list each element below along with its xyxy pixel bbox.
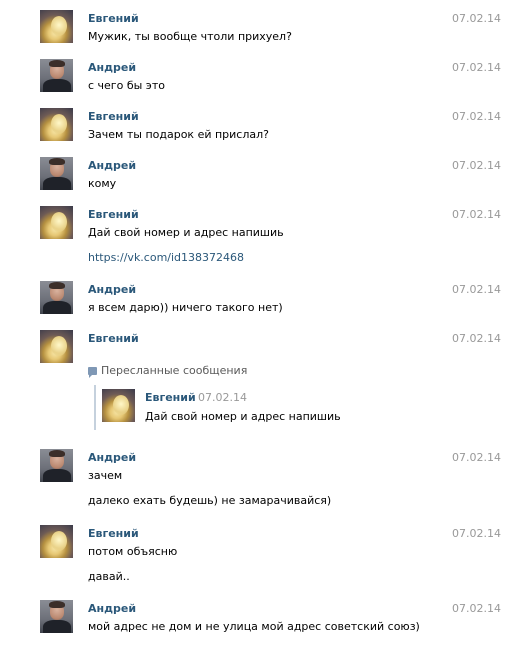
message-date[interactable]: 07.02.14: [452, 110, 501, 123]
message-date[interactable]: 07.02.14: [452, 602, 501, 615]
message-text: далеко ехать будешь) не замарачивайся): [88, 494, 332, 507]
forwarded-messages-icon: [88, 367, 97, 378]
avatar-evgeny[interactable]: [40, 330, 73, 363]
avatar-andrey[interactable]: [40, 157, 73, 190]
message-author[interactable]: Евгений: [88, 208, 139, 221]
avatar-evgeny[interactable]: [40, 206, 73, 239]
message-text: мой адрес не дом и не улица мой адрес со…: [88, 620, 420, 633]
message-text: кому: [88, 177, 117, 190]
avatar-evgeny[interactable]: [40, 10, 73, 43]
message-text: с чего бы это: [88, 79, 165, 92]
message-date[interactable]: 07.02.14: [452, 283, 501, 296]
message-date[interactable]: 07.02.14: [452, 527, 501, 540]
message-author[interactable]: Андрей: [88, 61, 136, 74]
message-text: Дай свой номер и адрес напишиь: [88, 226, 284, 239]
message-item: Андрей 07.02.14 зачем далеко ехать будеш…: [0, 449, 528, 513]
message-text: я всем дарю)) ничего такого нет): [88, 301, 283, 314]
message-date[interactable]: 07.02.14: [452, 61, 501, 74]
message-author[interactable]: Андрей: [88, 159, 136, 172]
message-text: давай..: [88, 570, 130, 583]
message-item: Евгений 07.02.14 Дай свой номер и адрес …: [0, 206, 528, 270]
avatar-andrey[interactable]: [40, 600, 73, 633]
avatar-andrey[interactable]: [40, 449, 73, 482]
message-text: зачем: [88, 469, 123, 482]
message-item: Евгений 07.02.14 Зачем ты подарок ей при…: [0, 108, 528, 148]
message-item: Андрей 07.02.14 мой адрес не дом и не ул…: [0, 600, 528, 640]
message-text: потом объясню: [88, 545, 178, 558]
message-date[interactable]: 07.02.14: [452, 12, 501, 25]
message-date[interactable]: 07.02.14: [452, 159, 501, 172]
message-link[interactable]: https://vk.com/id138372468: [88, 251, 244, 264]
message-date[interactable]: 07.02.14: [452, 332, 501, 345]
message-author[interactable]: Евгений: [88, 12, 139, 25]
avatar-evgeny[interactable]: [40, 525, 73, 558]
message-author[interactable]: Андрей: [88, 451, 136, 464]
avatar-andrey[interactable]: [40, 281, 73, 314]
message-item: Евгений 07.02.14 Пересланные сообщения Е…: [0, 330, 528, 440]
forwarded-messages-label: Пересланные сообщения: [101, 364, 248, 377]
message-author[interactable]: Андрей: [88, 283, 136, 296]
message-author[interactable]: Евгений: [88, 332, 139, 345]
avatar-andrey[interactable]: [40, 59, 73, 92]
message-item: Андрей 07.02.14 с чего бы это: [0, 59, 528, 99]
avatar-evgeny[interactable]: [102, 389, 135, 422]
message-text: Мужик, ты вообще чтоли прихуел?: [88, 30, 292, 43]
forwarded-messages-header: Пересланные сообщения: [88, 364, 248, 378]
message-item: Андрей 07.02.14 я всем дарю)) ничего так…: [0, 281, 528, 321]
forwarded-date[interactable]: 07.02.14: [198, 391, 247, 404]
message-author[interactable]: Андрей: [88, 602, 136, 615]
forwarded-quote-bar: [94, 385, 96, 430]
message-author[interactable]: Евгений: [88, 110, 139, 123]
forwarded-text: Дай свой номер и адрес напишиь: [145, 410, 341, 423]
avatar-evgeny[interactable]: [40, 108, 73, 141]
forwarded-author[interactable]: Евгений: [145, 391, 196, 404]
message-author[interactable]: Евгений: [88, 527, 139, 540]
message-text: Зачем ты подарок ей прислал?: [88, 128, 269, 141]
message-date[interactable]: 07.02.14: [452, 208, 501, 221]
message-date[interactable]: 07.02.14: [452, 451, 501, 464]
message-item: Андрей 07.02.14 кому: [0, 157, 528, 197]
message-item: Евгений 07.02.14 Мужик, ты вообще чтоли …: [0, 10, 528, 50]
message-item: Евгений 07.02.14 потом объясню давай..: [0, 525, 528, 589]
